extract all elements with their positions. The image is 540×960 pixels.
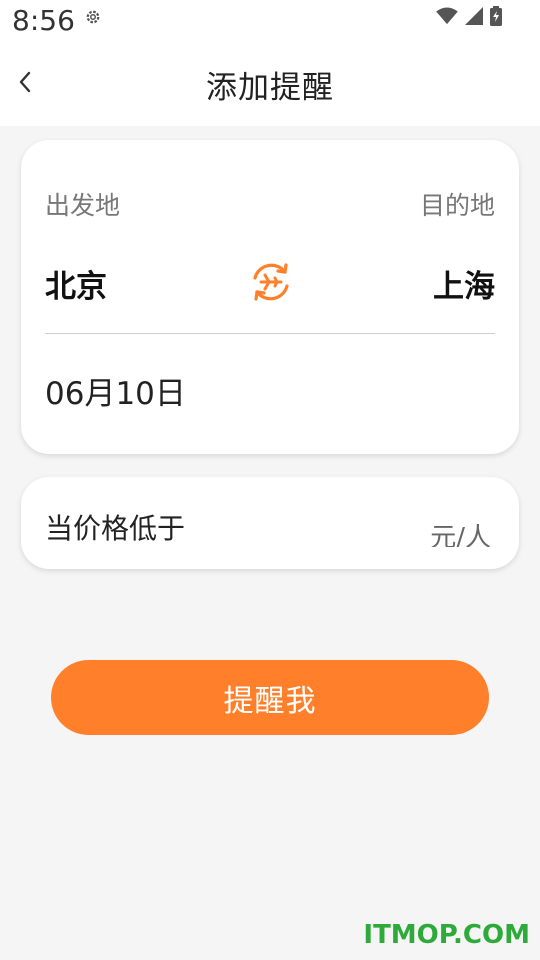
remind-me-button[interactable]: 提醒我 xyxy=(51,660,489,735)
price-card: 当价格低于 元/人 xyxy=(21,477,519,569)
divider xyxy=(45,333,495,334)
swap-flight-icon xyxy=(249,263,293,308)
price-input[interactable] xyxy=(241,499,425,551)
price-threshold-label: 当价格低于 xyxy=(45,512,186,545)
date-selector[interactable]: 06月10日 xyxy=(45,368,186,413)
battery-icon xyxy=(490,6,502,30)
page-title: 添加提醒 xyxy=(206,70,334,106)
destination-label: 目的地 xyxy=(419,191,495,220)
status-icons xyxy=(436,6,502,30)
swap-button[interactable] xyxy=(249,260,293,304)
price-unit: 元/人 xyxy=(430,523,491,547)
signal-icon xyxy=(464,7,484,29)
status-bar: 8:56 xyxy=(0,0,540,44)
origin-label: 出发地 xyxy=(45,191,121,220)
gear-icon xyxy=(84,8,102,26)
wifi-icon xyxy=(436,7,458,29)
status-time: 8:56 xyxy=(12,4,75,37)
destination-city[interactable]: 上海 xyxy=(433,261,495,306)
origin-city[interactable]: 北京 xyxy=(45,261,107,306)
header: 添加提醒 xyxy=(0,44,540,126)
route-card: 出发地 目的地 北京 上海 06月10日 xyxy=(21,140,519,454)
watermark: ITMOP.COM xyxy=(363,920,530,950)
